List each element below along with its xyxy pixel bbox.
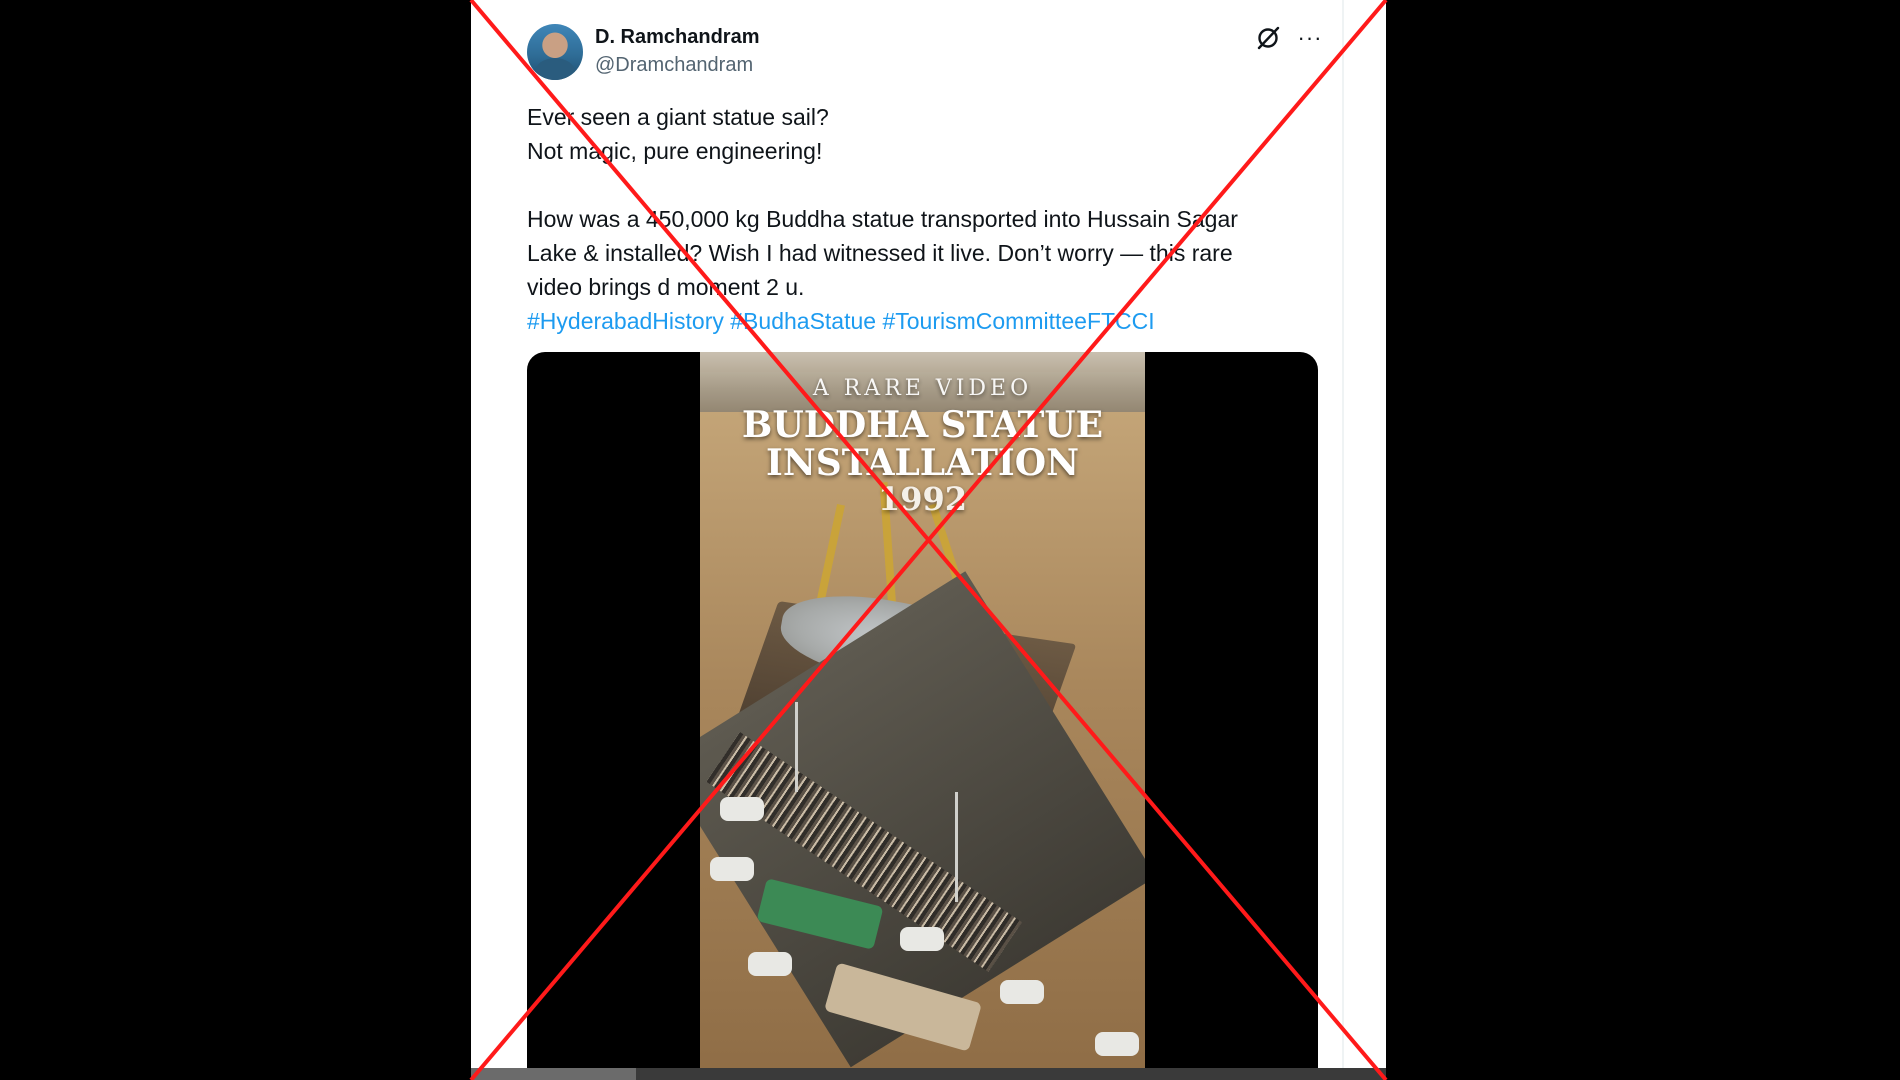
video-scene-car	[720, 797, 764, 821]
hashtag-link[interactable]: #BudhaStatue	[730, 308, 876, 334]
hashtag-link[interactable]: #HyderabadHistory	[527, 308, 724, 334]
tweet-text: Ever seen a giant statue sail? Not magic…	[527, 100, 1317, 338]
video-progress-fill	[471, 1068, 636, 1080]
video-title-line-1: BUDDHA STATUE	[741, 404, 1104, 446]
video-scene-car	[1095, 1032, 1139, 1056]
video-scene-streetlight	[955, 792, 958, 902]
author-display-name[interactable]: D. Ramchandram	[595, 26, 760, 49]
video-scene-car	[1000, 980, 1044, 1004]
author-handle[interactable]: @Dramchandram	[595, 54, 753, 77]
scroll-rail	[1342, 0, 1344, 1080]
video-scene-car	[748, 952, 792, 976]
video-scene-car	[900, 927, 944, 951]
grok-icon[interactable]	[1255, 25, 1281, 51]
tweet-card: D. Ramchandram @Dramchandram ··· Ever se…	[471, 0, 1386, 1080]
tweet-text-line: Ever seen a giant statue sail?	[527, 104, 829, 130]
tweet-text-line: Not magic, pure engineering!	[527, 138, 823, 164]
tweet-text-line: video brings d moment 2 u.	[527, 274, 805, 300]
video-player[interactable]: A RARE VIDEO BUDDHA STATUE INSTALLATION …	[527, 352, 1318, 1080]
video-title-line-2: INSTALLATION	[766, 442, 1079, 484]
tweet-text-line: How was a 450,000 kg Buddha statue trans…	[527, 206, 1238, 232]
video-year: 1992	[877, 480, 968, 518]
video-progress-bar[interactable]	[471, 1068, 1386, 1080]
more-options-icon[interactable]: ···	[1295, 24, 1325, 52]
video-frame[interactable]: A RARE VIDEO BUDDHA STATUE INSTALLATION …	[700, 352, 1145, 1080]
video-scene-car	[710, 857, 754, 881]
video-subtitle: A RARE VIDEO	[812, 376, 1033, 401]
hashtag-link[interactable]: #TourismCommitteeFTCCI	[882, 308, 1154, 334]
video-scene-streetlight	[795, 702, 798, 792]
hashtag-row: #HyderabadHistory #BudhaStatue #TourismC…	[527, 304, 1317, 338]
avatar[interactable]	[527, 24, 583, 80]
tweet-text-line: Lake & installed? Wish I had witnessed i…	[527, 240, 1233, 266]
